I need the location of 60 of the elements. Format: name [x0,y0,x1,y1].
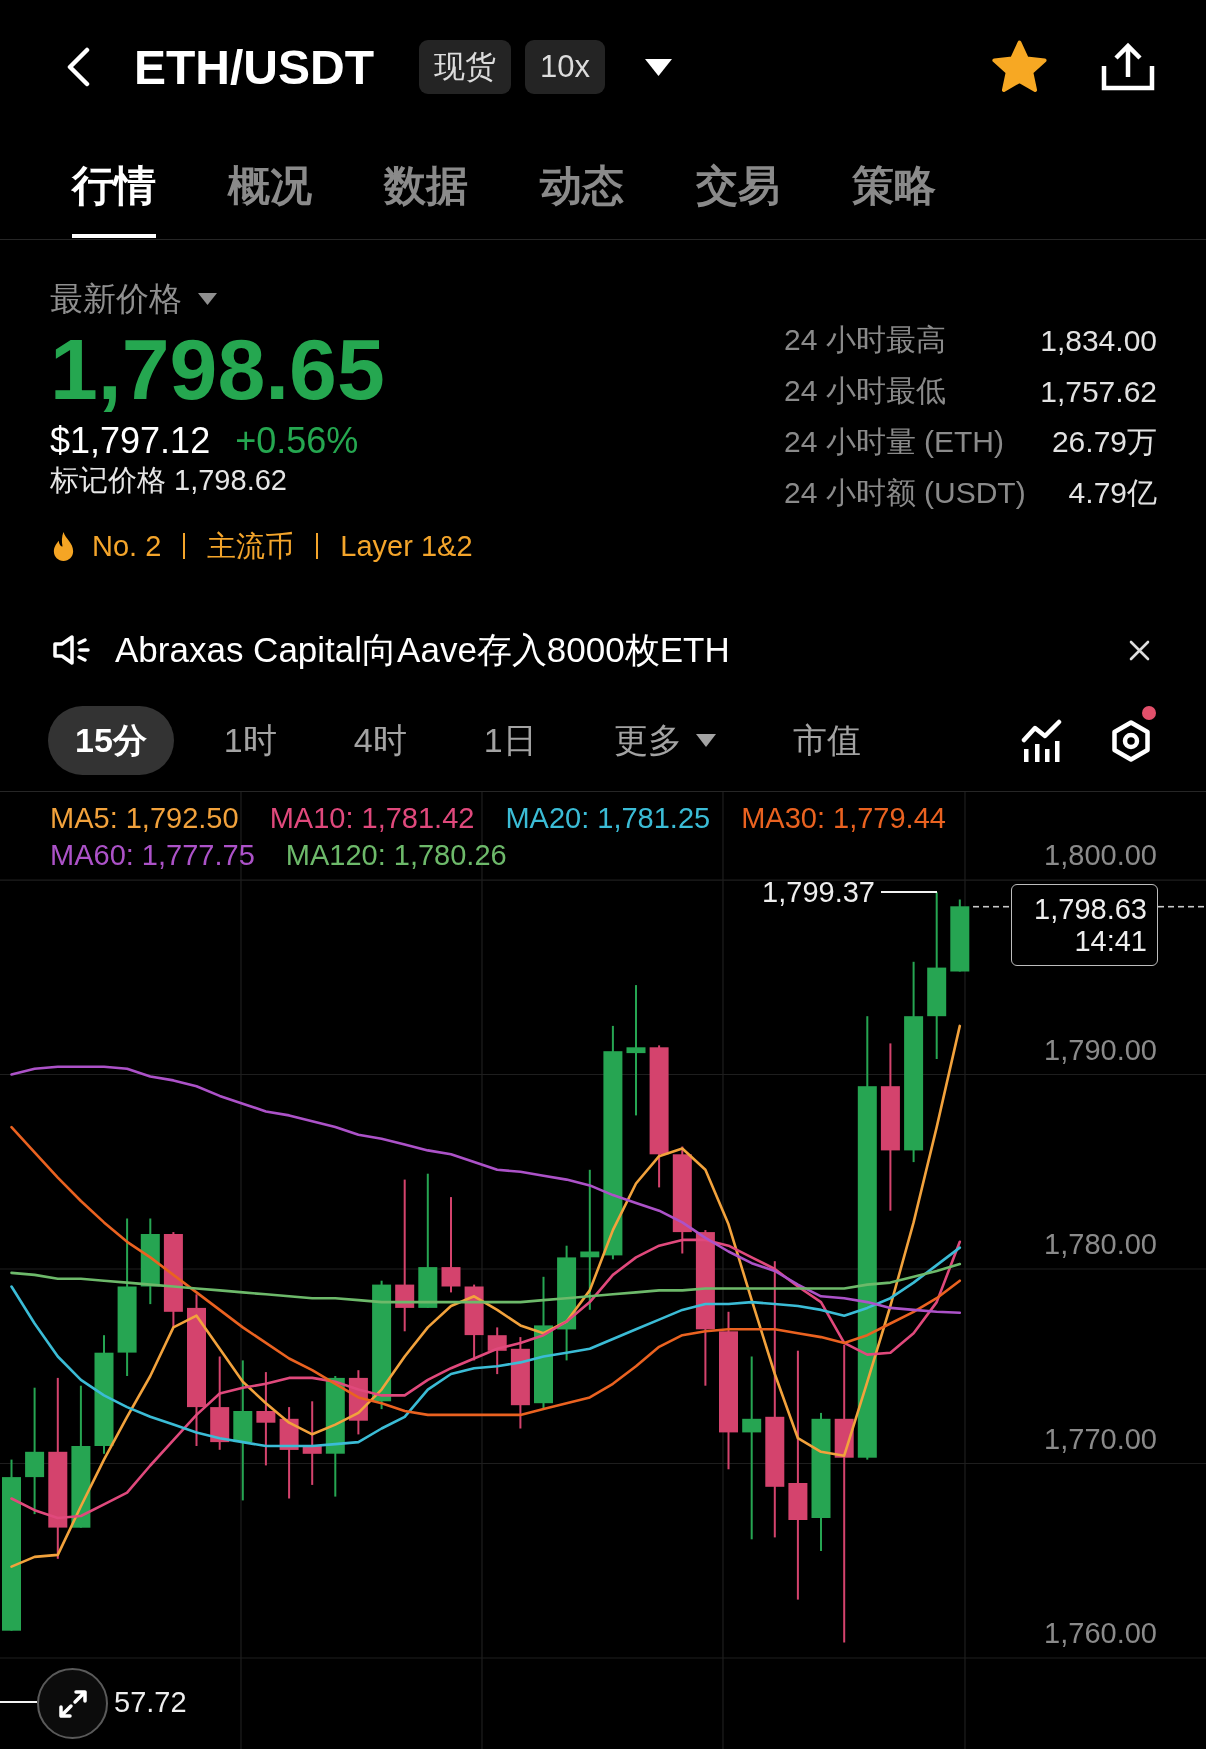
interval-tab[interactable]: 4时 [326,706,434,775]
stat-label: 24 小时最高 [784,322,946,358]
stat-value: 1,834.00 [1040,323,1157,358]
stat-value: 1,757.62 [1040,374,1157,409]
price-type-label[interactable]: 最新价格 [50,279,182,319]
pair-title: ETH/USDT [134,39,374,95]
axis-label: 1,760.00 [1044,1616,1157,1650]
close-icon[interactable] [1129,639,1150,661]
line-chart-icon[interactable] [1021,718,1062,763]
star-icon[interactable] [991,39,1048,95]
ma-legend-label: MA5: 1,792.50 [50,801,239,836]
share-icon[interactable] [1100,42,1156,92]
tab[interactable]: 动态 [540,164,624,238]
tab[interactable]: 数据 [384,164,468,238]
more-dropdown[interactable]: 更多 [586,706,743,775]
mark-price: 标记价格 1,798.62 [50,463,287,497]
stat-label: 24 小时额 (USDT) [784,475,1026,511]
announcement-text[interactable]: Abraxas Capital向Aave存入8000枚ETH [115,626,1129,674]
ma-legend-label: MA120: 1,780.26 [285,838,507,873]
caret-down-icon[interactable] [645,58,672,76]
interval-tab[interactable]: 1日 [456,706,564,775]
tag-label[interactable]: No. 2 [92,526,162,566]
usd-price: $1,797.12 [50,419,211,463]
low-price-label: 57.72 [114,1685,187,1720]
candlestick [487,1327,507,1375]
interval-tab[interactable]: 15分 [48,706,174,775]
tab[interactable]: 交易 [696,164,780,238]
label-badge: 现货 [419,40,511,94]
axis-label: 1,780.00 [1044,1227,1157,1261]
tag-label[interactable]: 主流币 [207,526,295,566]
candlestick [348,1370,368,1435]
ma-legend-label: MA20: 1,781.25 [505,801,711,836]
interval-tab[interactable]: 市值 [765,706,888,775]
leader-line [0,1701,37,1704]
tab[interactable]: 行情 [72,164,156,238]
interval-tab[interactable]: 1时 [196,706,304,775]
ma-legend-label: MA10: 1,781.42 [269,801,475,836]
stat-value: 4.79亿 [1068,475,1157,511]
axis-label: 1,800.00 [1044,838,1157,873]
stat-label: 24 小时量 (ETH) [784,424,1005,460]
countdown-label: 14:41 [1074,925,1147,958]
price-change: +0.56% [235,419,359,463]
last-price: 1,798.65 [50,324,385,414]
high-price-label: 1,799.37 [762,875,875,910]
tag-label[interactable]: Layer 1&2 [340,526,473,566]
stat-label: 24 小时最低 [784,373,946,409]
caret-down-icon[interactable] [695,734,716,747]
axis-label: 1,770.00 [1044,1421,1157,1456]
stat-value: 26.79万 [1051,424,1157,460]
leader-line [881,891,937,894]
tab[interactable]: 策略 [852,164,936,238]
tab[interactable]: 概况 [228,164,312,238]
ma-legend-label: MA60: 1,777.75 [50,838,255,873]
axis-label: 1,790.00 [1044,1032,1157,1067]
last-price-label: 1,798.63 [1034,893,1147,926]
ma-legend-label: MA30: 1,779.44 [741,801,946,836]
megaphone-icon [52,634,92,666]
caret-down-icon[interactable] [198,293,217,305]
label-badge: 10x [525,40,605,94]
settings-icon[interactable] [1110,719,1152,762]
